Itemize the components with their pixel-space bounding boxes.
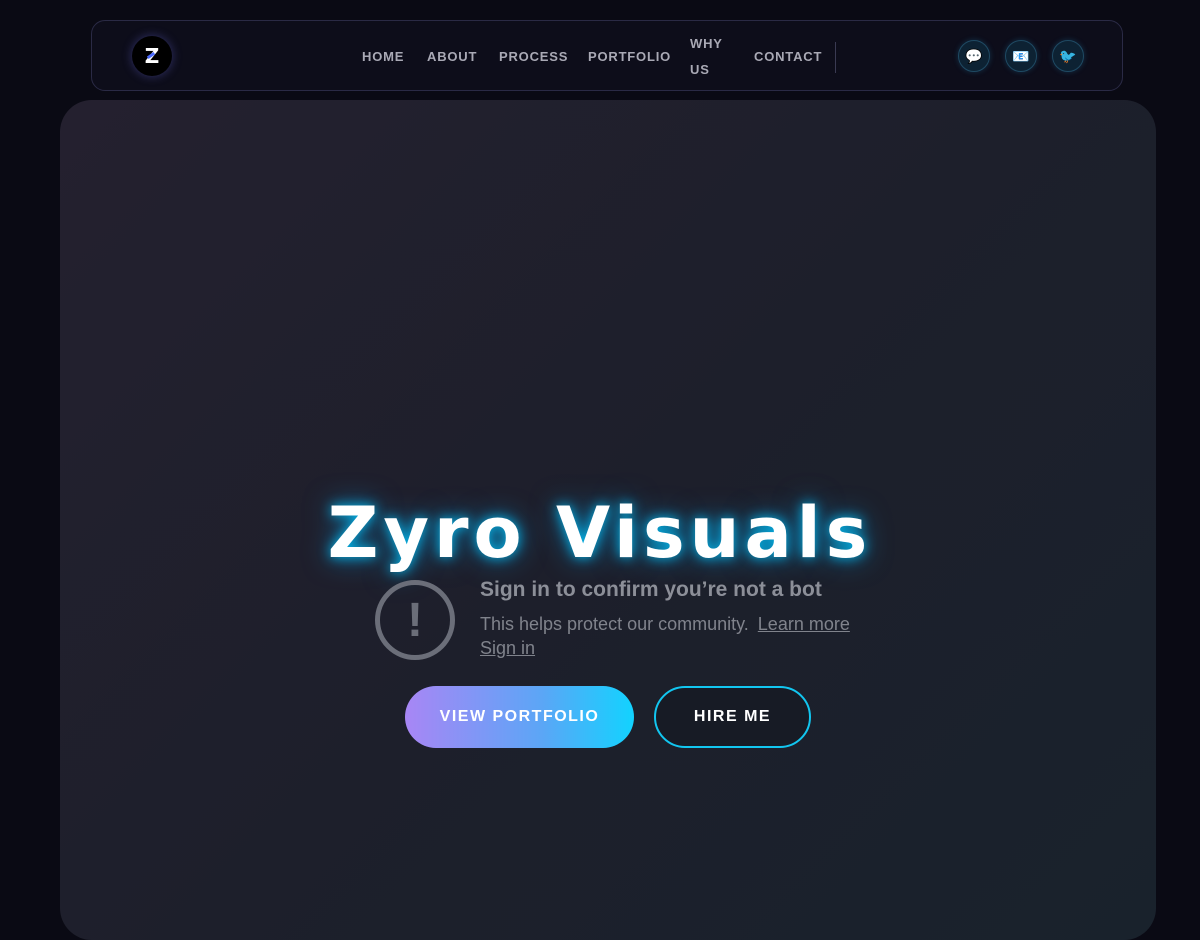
twitter-icon[interactable]: 🐦	[1052, 40, 1084, 72]
nav-item-home[interactable]: HOME	[362, 21, 404, 92]
nav-divider	[835, 42, 836, 73]
learn-more-link[interactable]: Learn more	[758, 614, 850, 634]
nav-item-portfolio[interactable]: PORTFOLIO	[588, 21, 671, 92]
navbar: Z HOME ABOUT PROCESS PORTFOLIO WHY US CO…	[91, 20, 1123, 91]
chat-icon[interactable]: 💬	[958, 40, 990, 72]
bot-check-notice: ! Sign in to confirm you’re not a bot Th…	[375, 575, 895, 665]
warning-icon: !	[375, 580, 455, 660]
bot-check-description: This helps protect our community. Learn …	[480, 614, 850, 635]
view-portfolio-button[interactable]: VIEW PORTFOLIO	[405, 686, 634, 748]
nav-item-process[interactable]: PROCESS	[499, 21, 568, 92]
hero-title: Zyro Visuals	[327, 492, 873, 574]
hire-me-button[interactable]: HIRE ME	[654, 686, 811, 748]
bot-check-description-text: This helps protect our community.	[480, 614, 749, 634]
email-icon[interactable]: 📧	[1005, 40, 1037, 72]
nav-item-about[interactable]: ABOUT	[427, 21, 477, 92]
bot-check-title: Sign in to confirm you’re not a bot	[480, 578, 822, 601]
nav-item-contact[interactable]: CONTACT	[754, 21, 822, 92]
sign-in-link[interactable]: Sign in	[480, 638, 535, 659]
nav-item-why-us[interactable]: WHY US	[690, 21, 730, 92]
